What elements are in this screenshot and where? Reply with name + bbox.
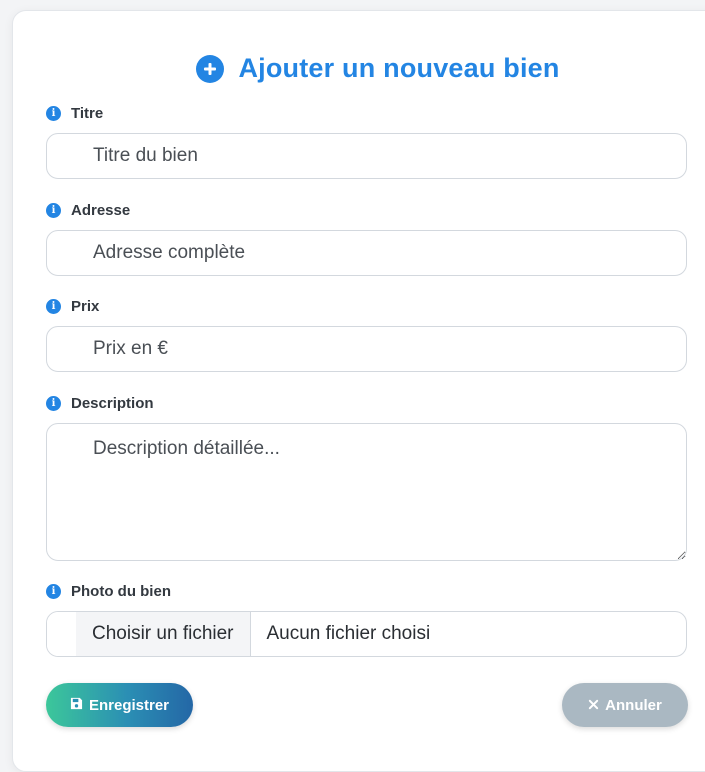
x-icon bbox=[588, 697, 599, 714]
photo-label-row: i Photo du bien bbox=[46, 583, 171, 600]
add-property-form-card: Ajouter un nouveau bien i Titre i Adress… bbox=[12, 10, 705, 772]
titre-label-row: i Titre bbox=[46, 105, 103, 122]
info-circle-icon: i bbox=[46, 203, 61, 218]
photo-file-input[interactable]: Choisir un fichier Aucun fichier choisi bbox=[46, 611, 687, 657]
prix-label: Prix bbox=[71, 298, 100, 315]
description-label: Description bbox=[71, 395, 154, 412]
floppy-disk-icon bbox=[70, 697, 83, 714]
cancel-button-label: Annuler bbox=[605, 696, 662, 714]
adresse-label: Adresse bbox=[71, 202, 131, 219]
save-button-label: Enregistrer bbox=[88, 696, 170, 714]
prix-input[interactable] bbox=[46, 326, 687, 372]
info-circle-icon: i bbox=[46, 396, 61, 411]
info-circle-icon: i bbox=[46, 299, 61, 314]
choose-file-button[interactable]: Choisir un fichier bbox=[76, 612, 251, 656]
description-label-row: i Description bbox=[46, 395, 154, 412]
adresse-input[interactable] bbox=[46, 230, 687, 276]
save-button[interactable]: Enregistrer bbox=[46, 683, 193, 727]
plus-circle-icon bbox=[196, 54, 225, 83]
adresse-label-row: i Adresse bbox=[46, 202, 130, 219]
form-title: Ajouter un nouveau bien bbox=[238, 53, 560, 83]
info-circle-icon: i bbox=[46, 106, 61, 121]
titre-input[interactable] bbox=[46, 133, 687, 179]
titre-label: Titre bbox=[71, 105, 104, 122]
file-input-padding bbox=[47, 612, 76, 656]
description-textarea[interactable] bbox=[46, 423, 687, 561]
file-status-text: Aucun fichier choisi bbox=[266, 623, 431, 644]
photo-label: Photo du bien bbox=[71, 583, 171, 600]
cancel-button[interactable]: Annuler bbox=[562, 683, 688, 727]
prix-label-row: i Prix bbox=[46, 298, 99, 315]
form-header: Ajouter un nouveau bien bbox=[13, 53, 705, 84]
info-circle-icon: i bbox=[46, 584, 61, 599]
